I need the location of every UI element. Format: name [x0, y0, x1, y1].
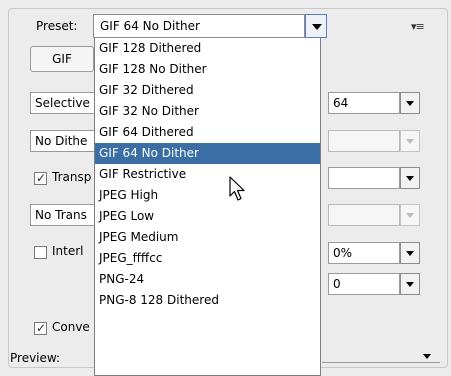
interlaced-checkbox[interactable] [34, 246, 47, 259]
convert-srgb-label: Conve [52, 320, 90, 334]
preset-option-selected[interactable]: GIF 64 No Dither [95, 143, 320, 164]
colors-dropdown-button[interactable] [400, 92, 420, 114]
preset-option[interactable]: PNG-24 [95, 269, 320, 290]
preset-option[interactable]: GIF 32 No Dither [95, 101, 320, 122]
transparency-dither-select[interactable]: No Trans [30, 204, 100, 226]
preset-option[interactable]: JPEG Medium [95, 227, 320, 248]
chevron-down-icon [406, 282, 414, 287]
transparency-label: Transp [52, 170, 92, 184]
preset-option[interactable]: JPEG_ffffcc [95, 248, 320, 269]
preview-dropdown-button[interactable] [420, 350, 436, 364]
transparency-checkbox[interactable]: ✓ [34, 171, 47, 185]
preset-dropdown-list: GIF 128 Dithered GIF 128 No Dither GIF 3… [94, 38, 321, 376]
preset-option[interactable]: GIF Restrictive [95, 164, 320, 185]
preset-select[interactable]: GIF 64 No Dither [93, 14, 305, 38]
preset-dropdown-button[interactable] [305, 14, 327, 38]
preset-label: Preset: [36, 19, 78, 33]
lossy-field[interactable]: 0% [328, 242, 400, 264]
preset-option[interactable]: GIF 32 Dithered [95, 80, 320, 101]
preset-option[interactable]: JPEG Low [95, 206, 320, 227]
colors-field[interactable]: 64 [328, 92, 400, 114]
transparency-amount-field[interactable] [328, 204, 400, 226]
preset-option[interactable]: JPEG High [95, 185, 320, 206]
matte-dropdown-button[interactable] [400, 167, 420, 189]
optimize-panel: Preset: GIF 64 No Dither ▾≡ GIF Selectiv… [0, 0, 451, 376]
preview-label: Preview: [10, 351, 61, 365]
chevron-down-icon [423, 354, 431, 359]
preset-option[interactable]: PNG-8 128 Dithered [95, 290, 320, 311]
dither-amount-field[interactable] [328, 130, 400, 152]
web-snap-field[interactable]: 0 [328, 273, 400, 295]
chevron-down-icon [406, 251, 414, 256]
chevron-down-icon [406, 139, 414, 144]
chevron-down-icon [312, 24, 322, 30]
lossy-dropdown-button[interactable] [400, 242, 420, 264]
web-snap-dropdown-button[interactable] [400, 273, 420, 295]
convert-srgb-checkbox[interactable]: ✓ [34, 321, 47, 335]
interlaced-label: Interl [52, 244, 84, 258]
checkmark-icon: ✓ [36, 321, 47, 335]
color-reduction-select[interactable]: Selective [30, 92, 100, 114]
checkmark-icon: ✓ [36, 171, 47, 185]
transparency-amount-dropdown-button[interactable] [400, 204, 420, 226]
dither-algorithm-select[interactable]: No Dithe [30, 130, 100, 152]
panel-menu-icon[interactable]: ▾≡ [411, 20, 425, 33]
mouse-pointer-icon [229, 176, 245, 201]
matte-field[interactable] [328, 167, 400, 189]
dither-amount-dropdown-button[interactable] [400, 130, 420, 152]
preset-option[interactable]: GIF 128 No Dither [95, 59, 320, 80]
chevron-down-icon [406, 101, 414, 106]
format-select[interactable]: GIF [30, 46, 94, 72]
chevron-down-icon [406, 213, 414, 218]
chevron-down-icon [406, 176, 414, 181]
preset-option[interactable]: GIF 64 Dithered [95, 122, 320, 143]
preset-option[interactable]: GIF 128 Dithered [95, 38, 320, 59]
